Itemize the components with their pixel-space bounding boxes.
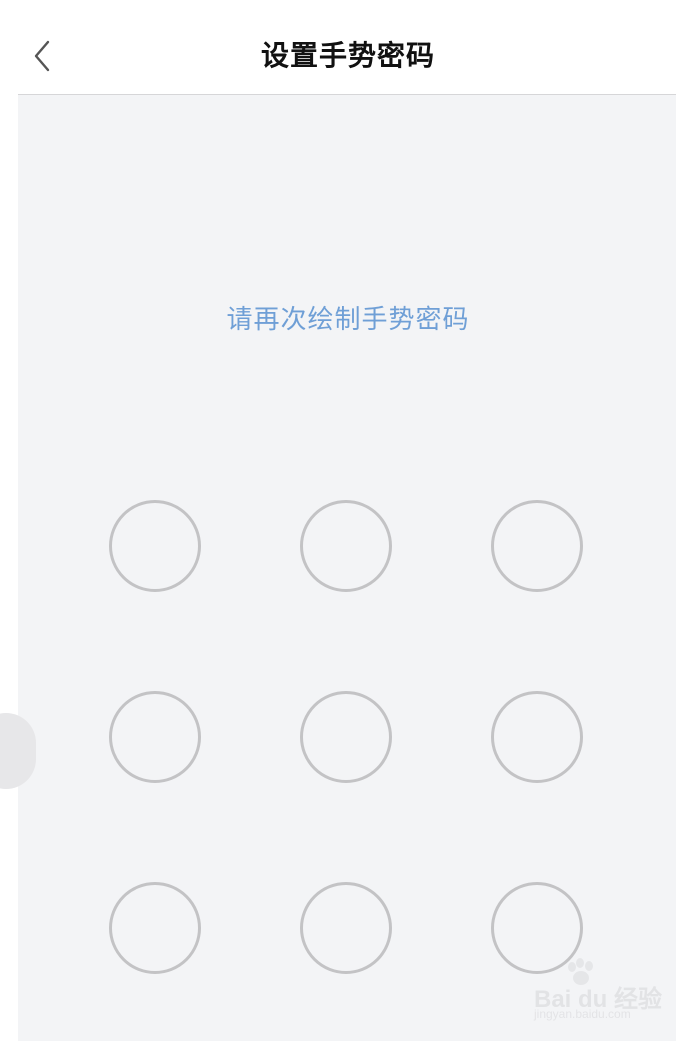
pattern-dot-1[interactable] — [109, 500, 201, 592]
pattern-dot-7[interactable] — [109, 882, 201, 974]
pattern-dot-4[interactable] — [109, 691, 201, 783]
navigation-bar: 设置手势密码 — [0, 0, 676, 94]
pattern-dot-6[interactable] — [491, 691, 583, 783]
page-title: 设置手势密码 — [260, 39, 435, 72]
gesture-pattern-grid[interactable] — [18, 95, 676, 1041]
baidu-jingyan-watermark: Bai du 经验 jingyan.baidu.com — [518, 957, 676, 1027]
watermark-sub-text: jingyan.baidu.com — [534, 1007, 631, 1021]
pattern-dot-8[interactable] — [300, 882, 392, 974]
pattern-dot-2[interactable] — [300, 500, 392, 592]
gesture-content-area: 请再次绘制手势密码 Bai du 经验 jingyan.baidu.com — [0, 94, 676, 1041]
pattern-dot-3[interactable] — [491, 500, 583, 592]
pattern-dot-5[interactable] — [300, 691, 392, 783]
